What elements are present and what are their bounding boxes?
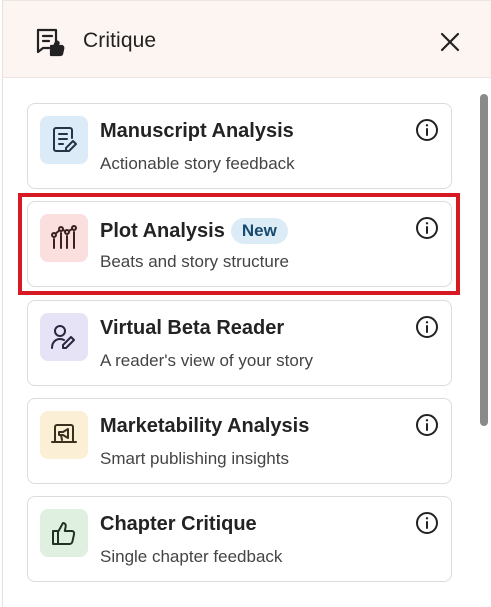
document-list-icon xyxy=(40,116,88,164)
card-title: Plot Analysis New xyxy=(100,218,288,244)
card-subtitle: Beats and story structure xyxy=(100,252,289,271)
card-plot-analysis[interactable]: Plot Analysis New Beats and story structu… xyxy=(27,201,452,287)
info-icon[interactable] xyxy=(415,511,439,535)
plot-graph-icon xyxy=(40,214,88,262)
card-chapter-critique[interactable]: Chapter Critique Single chapter feedback xyxy=(27,496,452,582)
thumbs-up-icon xyxy=(40,509,88,557)
reader-edit-icon xyxy=(40,313,88,361)
card-marketability-analysis[interactable]: Marketability Analysis Smart publishing … xyxy=(27,398,452,484)
card-title-text: Plot Analysis xyxy=(100,220,225,242)
info-icon[interactable] xyxy=(415,216,439,240)
marketing-icon xyxy=(40,411,88,459)
card-virtual-beta-reader[interactable]: Virtual Beta Reader A reader's view of y… xyxy=(27,300,452,386)
critique-panel: Critique Manuscript Analysis Actionable … xyxy=(0,0,491,607)
card-title: Manuscript Analysis xyxy=(100,120,294,142)
info-icon[interactable] xyxy=(415,118,439,142)
panel-title: Critique xyxy=(83,29,157,52)
card-title: Chapter Critique xyxy=(100,513,257,535)
card-subtitle: Actionable story feedback xyxy=(100,154,295,173)
card-title: Marketability Analysis xyxy=(100,415,310,437)
info-icon[interactable] xyxy=(415,413,439,437)
card-subtitle: Smart publishing insights xyxy=(100,449,289,468)
card-subtitle: A reader's view of your story xyxy=(100,351,313,370)
card-manuscript-analysis[interactable]: Manuscript Analysis Actionable story fee… xyxy=(27,103,452,189)
new-badge: New xyxy=(230,218,288,244)
card-title: Virtual Beta Reader xyxy=(100,317,285,339)
close-icon[interactable] xyxy=(437,29,463,55)
panel-border xyxy=(2,0,3,607)
panel-header: Critique xyxy=(3,0,491,78)
scrollbar-thumb[interactable] xyxy=(480,94,488,426)
critique-feedback-icon xyxy=(35,26,67,58)
info-icon[interactable] xyxy=(415,315,439,339)
card-subtitle: Single chapter feedback xyxy=(100,547,283,566)
